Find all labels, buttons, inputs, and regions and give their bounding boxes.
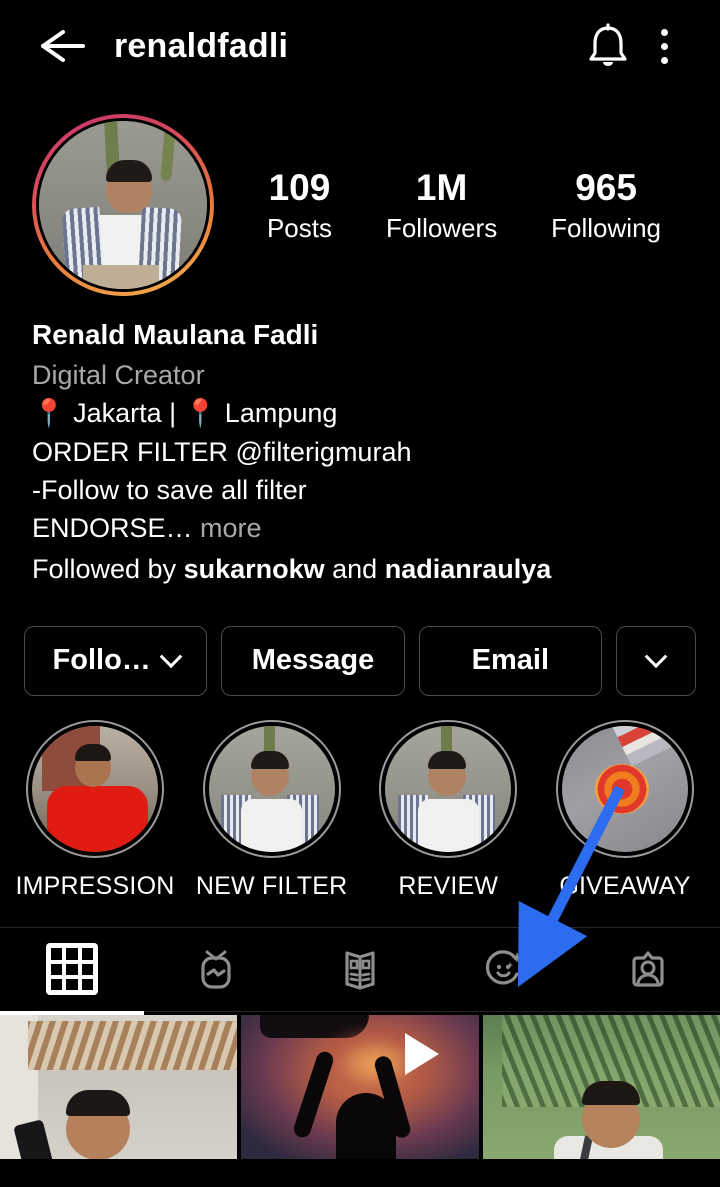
stat-followers-label: Followers (385, 213, 498, 244)
stat-posts[interactable]: 109 Posts (267, 166, 332, 245)
back-arrow-icon[interactable] (28, 15, 90, 77)
chevron-down-icon (644, 645, 668, 669)
story-highlights-row: IMPRESSION NEW FILTER REVIEW GIVEAWAY (0, 696, 720, 901)
stat-posts-label: Posts (266, 213, 332, 244)
message-button[interactable]: Message (221, 625, 405, 696)
highlight-thumb-impression (32, 725, 158, 852)
more-options-button[interactable] (615, 625, 696, 696)
highlight-giveaway[interactable]: GIVEAWAY (540, 719, 710, 901)
highlight-ring (202, 719, 341, 858)
tab-igtv[interactable] (144, 928, 288, 1011)
following-button[interactable]: Follo… (24, 625, 208, 696)
bio-more-link[interactable]: more (200, 513, 262, 543)
highlight-label: NEW FILTER (195, 871, 348, 900)
action-buttons-row: Follo… Message Email (0, 588, 720, 696)
highlight-label: GIVEAWAY (559, 871, 691, 900)
post-thumbnail-3[interactable] (482, 1014, 720, 1159)
posts-grid (0, 1014, 720, 1159)
tab-grid[interactable] (0, 928, 144, 1011)
highlight-ring (379, 719, 518, 858)
avatar[interactable] (32, 114, 214, 296)
email-button-label: Email (471, 644, 549, 677)
highlight-thumb-review (385, 725, 512, 852)
message-button-label: Message (251, 644, 375, 677)
profile-category: Digital Creator (32, 360, 205, 390)
igtv-icon (201, 950, 231, 990)
highlight-new-filter[interactable]: NEW FILTER (187, 719, 357, 901)
effects-smiley-sparkle-icon (485, 950, 523, 985)
stats-row: 109 Posts 1M Followers 965 Following (214, 166, 688, 245)
page-title: renaldfadli (114, 26, 289, 65)
followed-by-user-1[interactable]: sukarnokw (184, 554, 325, 584)
profile-summary: 109 Posts 1M Followers 965 Following (0, 92, 720, 296)
stat-followers-value: 1M (415, 166, 468, 208)
bio-order-line: ORDER FILTER @filterigmurah (32, 436, 412, 467)
tab-guides[interactable] (288, 928, 432, 1011)
bio-follow-line: -Follow to save all filter (32, 474, 307, 505)
highlight-label: REVIEW (398, 871, 499, 900)
highlight-impression[interactable]: IMPRESSION (10, 719, 180, 901)
following-button-label: Follo… (52, 644, 151, 677)
followed-by-conjunction: and (324, 553, 385, 584)
bio-section: Renald Maulana Fadli Digital Creator 📍 J… (0, 296, 720, 588)
grid-icon (46, 943, 98, 996)
highlight-ring (555, 719, 694, 858)
followed-by-user-2[interactable]: nadianraulya (385, 554, 552, 584)
profile-tab-bar (0, 926, 720, 1011)
highlight-thumb-giveaway (561, 725, 688, 852)
bio-endorse-text: ENDORSE… (32, 513, 193, 544)
stat-followers[interactable]: 1M Followers (386, 166, 497, 245)
highlight-thumb-new-filter (208, 725, 335, 852)
email-button[interactable]: Email (418, 625, 602, 696)
chevron-down-icon (159, 645, 183, 669)
instagram-profile-screen: renaldfadli 109 Posts 1M Followers 965 F… (0, 0, 720, 1187)
post-thumbnail-1[interactable] (0, 1014, 238, 1159)
bio-endorse-line: ENDORSE… more (32, 509, 688, 547)
post-thumbnail-2[interactable] (241, 1014, 479, 1159)
tab-effects[interactable] (432, 928, 576, 1011)
bio-location-line: 📍 Jakarta | 📍 Lampung (32, 398, 338, 429)
highlight-review[interactable]: REVIEW (363, 719, 533, 901)
stat-following-label: Following (551, 213, 661, 244)
stat-following-value: 965 (575, 166, 637, 208)
bell-icon[interactable] (580, 15, 636, 77)
video-play-icon (404, 1032, 439, 1075)
tab-tagged[interactable] (576, 928, 720, 1011)
app-header: renaldfadli (0, 0, 720, 92)
profile-full-name: Renald Maulana Fadli (32, 319, 319, 350)
tagged-person-icon (632, 951, 664, 988)
followed-by-line: Followed by sukarnokw and nadianraulya (32, 550, 688, 588)
three-dots-vertical-icon[interactable] (636, 15, 692, 77)
avatar-image (36, 118, 210, 292)
highlight-label: IMPRESSION (15, 871, 175, 900)
highlight-ring (26, 719, 164, 858)
stat-following[interactable]: 965 Following (551, 166, 661, 245)
guides-book-icon (345, 951, 375, 991)
stat-posts-value: 109 (268, 166, 331, 208)
followed-by-prefix: Followed by (32, 553, 184, 584)
